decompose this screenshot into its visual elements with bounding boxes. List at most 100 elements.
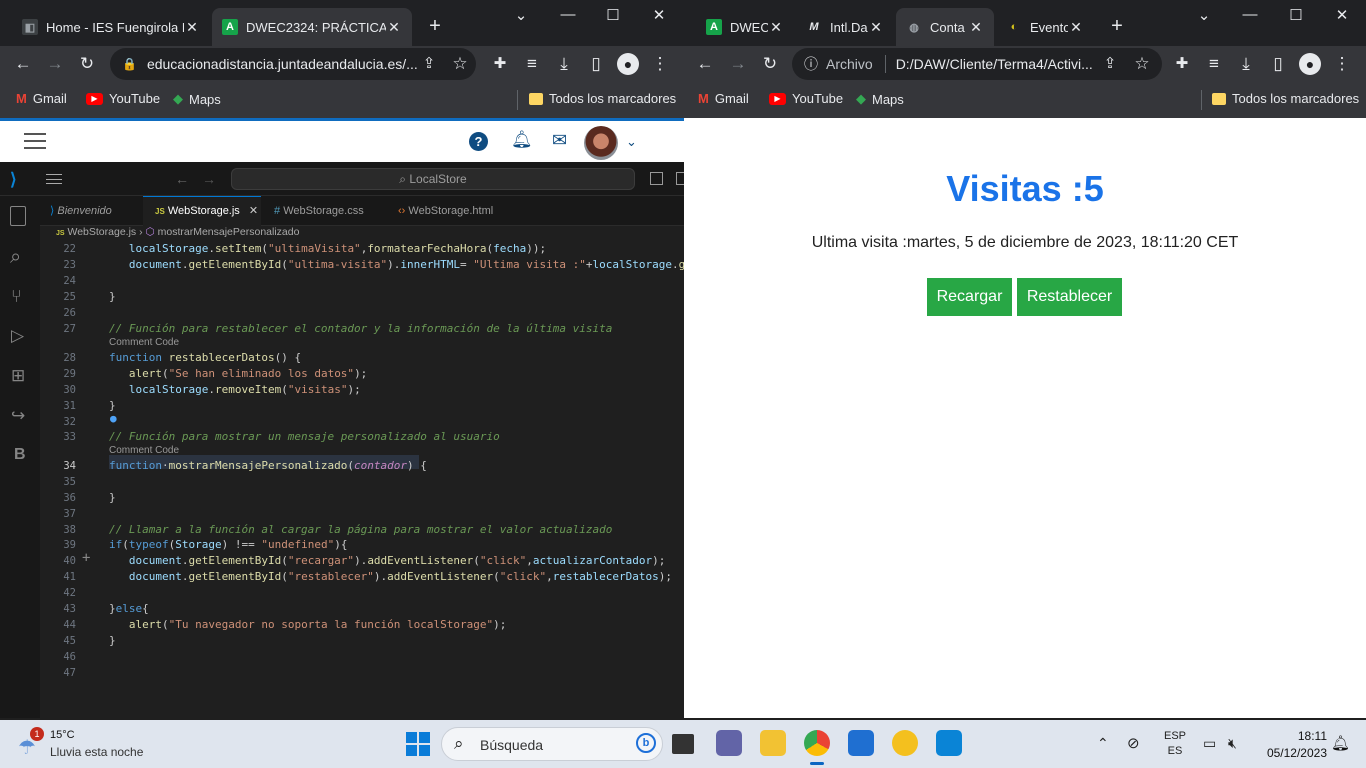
reset-button[interactable]: Restablecer bbox=[1017, 278, 1122, 316]
extensions-icon[interactable]: ✚ bbox=[489, 54, 511, 74]
maximize-icon[interactable]: ☐ bbox=[603, 6, 623, 24]
breadcrumb-symbol[interactable]: mostrarMensajePersonalizado bbox=[158, 226, 300, 238]
profile-icon[interactable]: ● bbox=[1299, 53, 1321, 75]
media-icon[interactable]: ≡ bbox=[1203, 54, 1225, 74]
b-extension-icon[interactable]: B bbox=[14, 446, 26, 464]
menu-icon[interactable]: ⋮ bbox=[649, 54, 671, 74]
profile-icon[interactable]: ● bbox=[617, 53, 639, 75]
tab-dwec-practica[interactable]: A DWEC2324: PRÁCTICA FI ✕ bbox=[212, 8, 412, 46]
back-icon[interactable]: ← bbox=[12, 54, 34, 74]
hamburger-menu-icon[interactable] bbox=[24, 133, 46, 149]
extensions-view-icon[interactable]: ⊞ bbox=[11, 366, 25, 386]
user-menu-chevron-down-icon[interactable]: ⌄ bbox=[626, 134, 637, 150]
close-tab-icon[interactable]: ✕ bbox=[249, 205, 258, 217]
notification-bell-icon[interactable]: 🔔︎ bbox=[1331, 734, 1350, 752]
network-off-icon[interactable]: ⊘ bbox=[1127, 734, 1140, 752]
close-tab-icon[interactable]: ✕ bbox=[768, 19, 784, 36]
run-debug-icon[interactable]: ▷ bbox=[11, 326, 24, 346]
reload-button[interactable]: Recargar bbox=[927, 278, 1012, 316]
task-view-icon[interactable] bbox=[672, 734, 694, 754]
vscode-taskbar-icon[interactable] bbox=[936, 730, 962, 756]
tab-webstorage-js[interactable]: JS WebStorage.js ✕ bbox=[143, 196, 261, 226]
side-panel-icon[interactable]: ▯ bbox=[1267, 54, 1289, 74]
forward-icon[interactable]: → bbox=[44, 54, 66, 74]
tab-search-icon[interactable]: ⌄ bbox=[1194, 6, 1214, 24]
language-indicator[interactable]: ESP ES bbox=[1163, 730, 1187, 757]
help-icon[interactable]: ? bbox=[469, 132, 488, 151]
layout-toggle-icon[interactable] bbox=[650, 172, 663, 185]
share-icon[interactable]: ⇪ bbox=[1099, 54, 1121, 74]
lightbulb-icon[interactable]: ● bbox=[110, 412, 117, 425]
norton-icon[interactable] bbox=[892, 730, 918, 756]
nav-forward-icon[interactable]: → bbox=[202, 171, 216, 187]
explorer-icon[interactable] bbox=[10, 206, 26, 226]
download-icon[interactable]: ⤓ bbox=[1235, 54, 1257, 74]
menu-icon[interactable]: ⋮ bbox=[1331, 54, 1353, 74]
download-icon[interactable]: ⤓ bbox=[553, 54, 575, 74]
close-window-icon[interactable]: ✕ bbox=[1332, 6, 1352, 24]
close-tab-icon[interactable]: ✕ bbox=[968, 19, 984, 36]
tab-bienvenido[interactable]: ⟩ Bienvenido bbox=[40, 196, 142, 226]
close-tab-icon[interactable]: ✕ bbox=[184, 19, 200, 36]
minimize-icon[interactable]: — bbox=[558, 6, 578, 23]
close-tab-icon[interactable]: ✕ bbox=[386, 19, 402, 36]
file-explorer-icon[interactable] bbox=[760, 730, 786, 756]
extensions-icon[interactable]: ✚ bbox=[1171, 54, 1193, 74]
bookmark-maps[interactable]: ◆ Maps bbox=[856, 91, 904, 107]
weather-widget[interactable]: ☂ 1 15°C Lluvia esta noche bbox=[18, 727, 148, 763]
bookmark-gmail[interactable]: M Gmail bbox=[16, 91, 67, 106]
vscode-menu-icon[interactable] bbox=[46, 174, 62, 184]
reload-icon[interactable]: ↻ bbox=[76, 54, 98, 74]
notifications-bell-icon[interactable]: 🔔︎ bbox=[511, 130, 533, 150]
bookmark-star-icon[interactable]: ☆ bbox=[449, 54, 471, 74]
tab-webstorage-css[interactable]: # WebStorage.css bbox=[262, 196, 384, 226]
tab-search-icon[interactable]: ⌄ bbox=[511, 6, 531, 24]
minimize-icon[interactable]: — bbox=[1240, 6, 1260, 23]
bookmark-youtube[interactable]: ▶ YouTube bbox=[769, 91, 843, 106]
source-control-icon[interactable]: ⑂ bbox=[11, 286, 22, 307]
code-editor[interactable]: 22 23 24 25 26 27 28 29 30 31 32 33 34 35 36 37 38 39 40 41… bbox=[40, 240, 698, 718]
avatar[interactable] bbox=[584, 126, 618, 160]
tab-contador[interactable]: ◍ Conta ✕ bbox=[896, 8, 994, 46]
close-tab-icon[interactable]: ✕ bbox=[1068, 19, 1084, 36]
display-icon[interactable]: ▭ bbox=[1203, 735, 1216, 752]
forward-icon[interactable]: → bbox=[727, 54, 749, 74]
command-center-search[interactable]: ⌕ LocalStore bbox=[231, 168, 635, 190]
chrome-icon[interactable] bbox=[804, 730, 830, 756]
tab-intl-date[interactable]: M Intl.Da ✕ bbox=[796, 8, 894, 46]
teams-icon[interactable] bbox=[716, 730, 742, 756]
new-tab-icon[interactable]: + bbox=[1106, 16, 1128, 36]
taskbar-search[interactable]: ⌕ Búsqueda b bbox=[441, 727, 663, 761]
side-panel-icon[interactable]: ▯ bbox=[585, 54, 607, 74]
share-icon[interactable]: ⇪ bbox=[418, 54, 440, 74]
clock[interactable]: 18:11 05/12/2023 bbox=[1255, 729, 1327, 760]
media-icon[interactable]: ≡ bbox=[521, 54, 543, 74]
back-icon[interactable]: ← bbox=[694, 54, 716, 74]
messages-envelope-icon[interactable]: ✉ bbox=[552, 130, 567, 151]
close-tab-icon[interactable]: ✕ bbox=[868, 19, 884, 36]
tab-ies-home[interactable]: ◧ Home - IES Fuengirola Nº ✕ bbox=[12, 8, 210, 46]
code-lens[interactable]: Comment Code bbox=[109, 445, 179, 456]
tab-dwec[interactable]: A DWEC ✕ bbox=[696, 8, 794, 46]
new-tab-icon[interactable]: + bbox=[424, 16, 446, 36]
tab-eventos[interactable]: ◐ Evento ✕ bbox=[996, 8, 1094, 46]
tab-webstorage-html[interactable]: ‹› WebStorage.html bbox=[386, 196, 516, 226]
reload-icon[interactable]: ↻ bbox=[759, 54, 781, 74]
breadcrumb-file[interactable]: WebStorage.js bbox=[67, 226, 136, 238]
microsoft-store-icon[interactable] bbox=[848, 730, 874, 756]
maximize-icon[interactable]: ☐ bbox=[1286, 6, 1306, 24]
bookmark-youtube[interactable]: ▶ YouTube bbox=[86, 91, 160, 106]
bookmark-star-icon[interactable]: ☆ bbox=[1131, 54, 1153, 74]
bookmark-gmail[interactable]: M Gmail bbox=[698, 91, 749, 106]
remote-share-icon[interactable]: ↪ bbox=[11, 406, 25, 426]
close-window-icon[interactable]: ✕ bbox=[649, 6, 669, 24]
volume-muted-icon[interactable]: 🔇︎ bbox=[1228, 735, 1237, 752]
all-bookmarks[interactable]: Todos los marcadores bbox=[1212, 91, 1359, 106]
nav-back-icon[interactable]: ← bbox=[175, 171, 189, 187]
layout-panel-icon[interactable] bbox=[676, 172, 684, 185]
tray-chevron-up-icon[interactable]: ⌃ bbox=[1097, 735, 1109, 752]
all-bookmarks[interactable]: Todos los marcadores bbox=[529, 91, 676, 106]
add-icon[interactable]: + bbox=[82, 550, 90, 566]
start-windows-icon[interactable] bbox=[406, 732, 430, 756]
code-lens[interactable]: Comment Code bbox=[109, 337, 179, 348]
